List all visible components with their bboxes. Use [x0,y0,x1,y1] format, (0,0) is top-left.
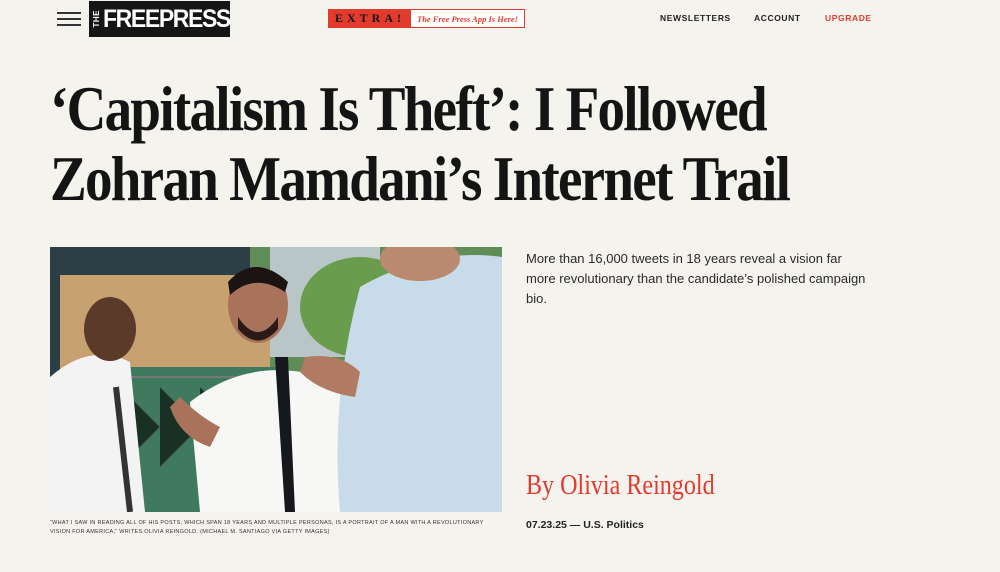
site-logo[interactable]: THE FREEPRESS [89,1,231,37]
article-byline[interactable]: By Olivia Reingold [526,470,715,502]
nav-upgrade[interactable]: UPGRADE [825,13,872,23]
app-promo-banner[interactable]: EXTRA! The Free Press App Is Here! [328,9,525,28]
hamburger-menu-icon[interactable] [57,12,81,28]
article-photo[interactable] [50,247,502,512]
article-date: 07.23.25 [526,519,567,531]
photo-caption: “What I saw in reading all of his posts,… [50,520,484,535]
nav-account[interactable]: ACCOUNT [754,13,801,23]
extra-message: The Free Press App Is Here! [411,10,524,27]
article-meta: 07.23.25 — U.S. Politics [526,519,644,531]
article-section[interactable]: U.S. Politics [583,519,644,531]
site-header: THE FREEPRESS EXTRA! The Free Press App … [0,0,1000,40]
logo-name: FREEPRESS [103,4,231,33]
logo-the: THE [92,10,101,28]
article-dek: More than 16,000 tweets in 18 years reve… [526,251,866,306]
photo-illustration [50,247,502,512]
meta-separator: — [566,519,584,531]
nav-newsletters[interactable]: NEWSLETTERS [660,13,731,23]
extra-tag: EXTRA! [329,10,412,27]
article-headline: ‘Capitalism Is Theft’: I Followed Zohran… [50,73,791,214]
